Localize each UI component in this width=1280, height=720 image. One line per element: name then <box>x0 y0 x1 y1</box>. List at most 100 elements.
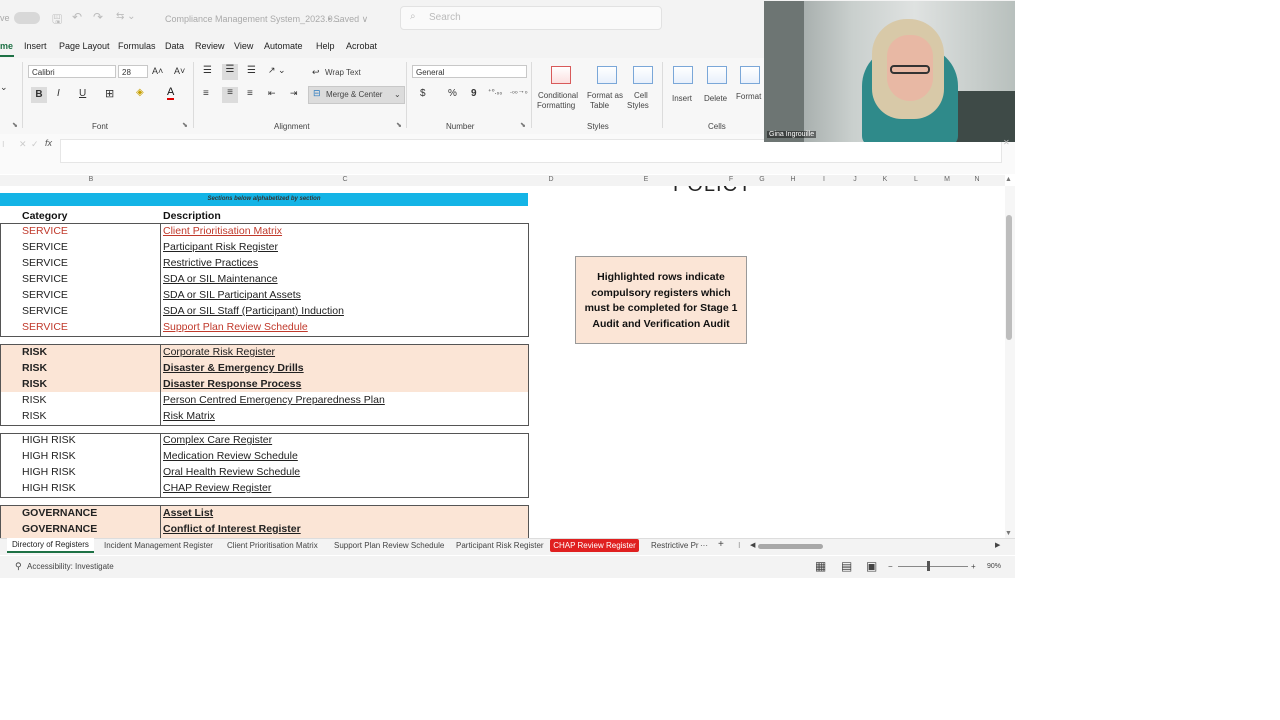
zoom-out-button[interactable]: − <box>888 562 893 571</box>
table-row[interactable]: RISK Risk Matrix <box>0 409 528 425</box>
description-link[interactable]: Participant Risk Register <box>163 241 278 253</box>
undo-icon[interactable]: ↶ <box>72 10 82 24</box>
sheet-tab-chap-review[interactable]: CHAP Review Register <box>550 539 639 552</box>
accessibility-icon[interactable]: ⚲ <box>15 561 22 572</box>
column-f-header[interactable]: F <box>725 176 737 183</box>
zoom-in-button[interactable]: + <box>971 562 976 571</box>
description-link[interactable]: Conflict of Interest Register <box>163 523 301 535</box>
decrease-decimal-button[interactable]: .₀₀→₀ <box>510 88 528 95</box>
description-link[interactable]: Restrictive Practices <box>163 257 258 269</box>
wrap-text-icon[interactable]: ↩ <box>312 67 320 78</box>
sheet-tab-restrictive[interactable]: Restrictive Pr <box>651 541 699 550</box>
search-input[interactable]: Search <box>429 12 461 23</box>
column-k-header[interactable]: K <box>879 176 891 183</box>
normal-view-icon[interactable]: ▦ <box>815 559 826 573</box>
menu-insert[interactable]: Insert <box>24 41 47 51</box>
column-g-header[interactable]: G <box>756 176 768 183</box>
menu-view[interactable]: View <box>234 41 253 51</box>
close-icon[interactable]: ✕ <box>1003 138 1010 147</box>
table-row[interactable]: SERVICE Restrictive Practices <box>0 256 528 272</box>
merge-center-button[interactable]: ⊟ Merge & Center ⌄ <box>308 86 405 104</box>
font-color-icon[interactable]: A <box>167 87 175 100</box>
zoom-slider[interactable] <box>898 566 968 567</box>
enter-icon[interactable]: ✓ <box>31 139 39 150</box>
number-launcher-icon[interactable]: ⬊ <box>520 121 526 129</box>
clipboard-icon[interactable]: ⌄ <box>0 82 8 93</box>
table-row[interactable]: RISK Disaster Response Process <box>0 377 528 393</box>
accessibility-status[interactable]: Accessibility: Investigate <box>27 562 114 571</box>
table-row[interactable]: SERVICE Support Plan Review Schedule <box>0 320 528 336</box>
increase-indent-icon[interactable]: ⇥ <box>290 88 298 99</box>
scroll-left-icon[interactable]: ◀ <box>750 541 755 549</box>
menu-home[interactable]: me <box>0 41 13 51</box>
description-link[interactable]: CHAP Review Register <box>163 482 271 494</box>
grow-font-button[interactable]: A˄ <box>152 66 163 76</box>
cancel-icon[interactable]: ✕ <box>19 139 27 150</box>
font-name-combo[interactable]: Calibri <box>28 65 116 78</box>
delete-cells-button[interactable]: Delete <box>702 64 732 114</box>
table-row[interactable]: SERVICE Participant Risk Register <box>0 240 528 256</box>
sheet-tab-incident-management[interactable]: Incident Management Register <box>104 541 213 550</box>
fill-color-icon[interactable]: ◈ <box>136 87 144 98</box>
align-right-icon[interactable]: ≡ <box>247 88 253 99</box>
shrink-font-button[interactable]: A˅ <box>174 66 185 76</box>
saved-status[interactable]: • Saved ∨ <box>328 14 368 25</box>
page-layout-view-icon[interactable]: ▤ <box>841 559 852 573</box>
conditional-formatting-button[interactable]: Conditional Formatting <box>537 64 585 114</box>
column-c-header[interactable]: C <box>339 176 351 183</box>
quick-access-icon[interactable]: ⇆ ⌄ <box>116 11 136 22</box>
description-link[interactable]: Support Plan Review Schedule <box>163 321 308 333</box>
insert-cells-button[interactable]: Insert <box>668 64 698 114</box>
add-sheet-button[interactable]: + <box>718 539 724 550</box>
name-box-chevron-icon[interactable]: ⁝ <box>2 140 5 149</box>
table-row[interactable]: SERVICE SDA or SIL Participant Assets <box>0 288 528 304</box>
description-link[interactable]: SDA or SIL Participant Assets <box>163 289 301 301</box>
column-i-header[interactable]: I <box>818 176 830 183</box>
column-d-header[interactable]: D <box>545 176 557 183</box>
menu-automate[interactable]: Automate <box>264 41 303 51</box>
description-link[interactable]: Disaster & Emergency Drills <box>163 362 304 374</box>
description-link[interactable]: Corporate Risk Register <box>163 346 275 358</box>
sheet-tab-directory-of-registers[interactable]: Directory of Registers <box>7 538 94 553</box>
bold-button[interactable]: B <box>31 87 47 103</box>
description-link[interactable]: Person Centred Emergency Preparedness Pl… <box>163 394 385 406</box>
menu-acrobat[interactable]: Acrobat <box>346 41 377 51</box>
font-size-combo[interactable]: 28 <box>118 65 148 78</box>
column-n-header[interactable]: N <box>971 176 983 183</box>
table-row[interactable]: GOVERNANCE Asset List <box>0 506 528 522</box>
comma-button[interactable]: 9 <box>471 88 477 99</box>
clipboard-launcher-icon[interactable]: ⬊ <box>12 121 18 129</box>
column-b-header[interactable]: B <box>85 176 97 183</box>
column-j-header[interactable]: J <box>849 176 861 183</box>
decrease-indent-icon[interactable]: ⇤ <box>268 88 276 99</box>
menu-formulas[interactable]: Formulas <box>118 41 156 51</box>
vertical-scroll-thumb[interactable] <box>1006 215 1012 340</box>
worksheet-grid[interactable]: POLICY Sections below alphabetized by se… <box>0 186 1005 538</box>
page-break-view-icon[interactable]: ▣ <box>866 559 877 573</box>
scroll-down-icon[interactable]: ▼ <box>1005 530 1012 537</box>
fx-icon[interactable]: fx <box>45 138 52 148</box>
column-h-header[interactable]: H <box>787 176 799 183</box>
borders-icon[interactable]: ⊞ <box>105 87 114 100</box>
menu-data[interactable]: Data <box>165 41 184 51</box>
format-as-table-button[interactable]: Format as Table <box>587 64 625 114</box>
menu-page-layout[interactable]: Page Layout <box>59 41 110 51</box>
tab-options-icon[interactable]: ⁝ <box>738 541 741 550</box>
number-format-combo[interactable]: General <box>412 65 527 78</box>
format-cells-button[interactable]: Format <box>736 64 764 114</box>
column-m-header[interactable]: M <box>941 176 953 183</box>
column-e-header[interactable]: E <box>640 176 652 183</box>
table-row[interactable]: HIGH RISK CHAP Review Register <box>0 481 528 497</box>
zoom-level[interactable]: 90% <box>987 563 1001 570</box>
wrap-text-button[interactable]: Wrap Text <box>325 68 361 77</box>
description-link[interactable]: Oral Health Review Schedule <box>163 466 300 478</box>
description-link[interactable]: Client Prioritisation Matrix <box>163 225 282 237</box>
table-row[interactable]: RISK Corporate Risk Register <box>0 345 528 361</box>
sheet-tab-client-prioritisation[interactable]: Client Prioritisation Matrix <box>227 541 318 550</box>
currency-button[interactable]: $ <box>420 88 426 99</box>
sheet-tab-participant-risk[interactable]: Participant Risk Register <box>456 541 544 550</box>
column-l-header[interactable]: L <box>910 176 922 183</box>
underline-button[interactable]: U <box>79 88 86 99</box>
table-row[interactable]: HIGH RISK Medication Review Schedule <box>0 449 528 465</box>
table-row[interactable]: GOVERNANCE Conflict of Interest Register <box>0 522 528 538</box>
